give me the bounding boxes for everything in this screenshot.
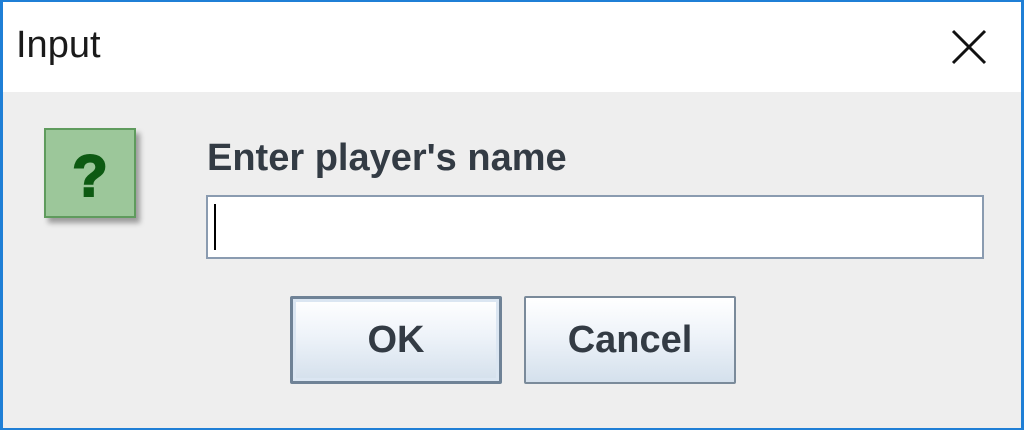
question-icon: ? <box>44 128 136 218</box>
dialog-content: ? Enter player's name OK Cancel <box>3 92 1021 428</box>
input-dialog: Input ? Enter player's name OK Cancel <box>0 0 1024 430</box>
window-title: Input <box>16 24 101 66</box>
cancel-button[interactable]: Cancel <box>524 296 736 384</box>
svg-text:?: ? <box>72 144 107 209</box>
close-icon <box>951 29 987 65</box>
ok-button[interactable]: OK <box>290 296 502 384</box>
title-bar[interactable]: Input <box>3 2 1021 92</box>
player-name-input[interactable] <box>206 195 984 259</box>
prompt-label: Enter player's name <box>207 137 567 179</box>
close-button[interactable] <box>933 16 1005 78</box>
text-caret <box>214 204 216 250</box>
